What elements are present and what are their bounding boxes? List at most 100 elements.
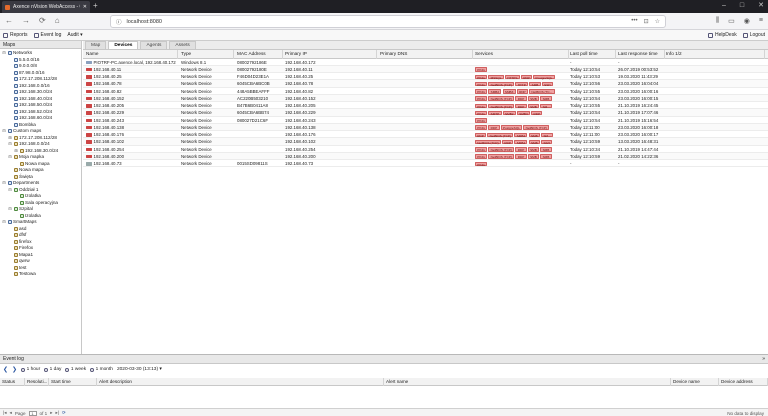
- table-row[interactable]: 192.168.40.138 Network Device 192.168.40.1…: [83, 123, 768, 131]
- last-page-icon[interactable]: ▸|: [56, 410, 60, 416]
- tab-map[interactable]: Map: [85, 41, 107, 49]
- page-input[interactable]: 1: [28, 410, 37, 416]
- first-page-icon[interactable]: |◂: [3, 410, 7, 416]
- poll-cell: Today 12:10:59: [570, 153, 601, 159]
- table-row[interactable]: 192.168.40.152 Network Device AC220B503210…: [83, 94, 768, 102]
- column-alert-description[interactable]: Alert description: [97, 378, 384, 386]
- back-icon[interactable]: ←: [5, 17, 13, 25]
- prev-arrow-icon[interactable]: ❮: [3, 367, 8, 373]
- account-icon[interactable]: ◉: [744, 17, 750, 25]
- table-row[interactable]: 192.168.40.78 Network Device 6045CBA6BC0B 1…: [83, 80, 768, 88]
- resp-cell: -: [618, 161, 620, 166]
- column-header[interactable]: Primary IP: [284, 50, 377, 59]
- table-row[interactable]: 192.168.40.200 Network Device 192.168.40.2…: [83, 152, 768, 160]
- column-start-time[interactable]: Start time: [49, 378, 97, 386]
- device-name-cell: 192.168.40.200: [85, 153, 178, 160]
- filter-1-week[interactable]: 1 week: [65, 367, 86, 372]
- filter-1-day[interactable]: 1 day: [44, 367, 61, 372]
- minimize-icon[interactable]: –: [722, 2, 726, 10]
- next-arrow-icon[interactable]: ❯: [12, 367, 17, 373]
- expander-icon[interactable]: ⊟: [8, 206, 12, 213]
- table-row[interactable]: 192.168.40.82 Network Device 448A5BBEAFFF 1…: [83, 88, 768, 95]
- tree-node[interactable]: Testowa: [0, 271, 81, 278]
- ip-cell: 192.168.40.73: [285, 161, 314, 166]
- table-row[interactable]: 192.168.40.25 Network Device F46D04D23E1A 1…: [83, 73, 768, 81]
- table-row[interactable]: 192.168.40.205 Network Device B47B6B0411A8…: [83, 102, 768, 110]
- column-header[interactable]: Services: [474, 50, 569, 59]
- collapse-icon[interactable]: »: [762, 355, 765, 364]
- table-row[interactable]: 192.168.40.73 Network Device 0015SD09811S 1…: [83, 160, 768, 168]
- type-cell: Network Device: [181, 95, 212, 101]
- close-tab-icon[interactable]: ✕: [83, 4, 87, 10]
- folder-icon: [7, 220, 12, 225]
- new-tab-button[interactable]: +: [93, 2, 98, 10]
- event-log-menu[interactable]: Event log: [33, 32, 61, 38]
- reports-menu[interactable]: Reports: [3, 32, 28, 38]
- expander-icon[interactable]: ⊟: [2, 128, 6, 135]
- helpdesk-button[interactable]: HelpDesk: [708, 32, 737, 38]
- services-cell: PING NetBIOS (TCP) HTTP SMB SSH: [474, 80, 569, 87]
- star-icon[interactable]: ☆: [655, 18, 660, 25]
- tab-assets[interactable]: Assets: [169, 41, 196, 49]
- tab-devices[interactable]: Devices: [108, 41, 139, 49]
- column-header[interactable]: Primary DNS: [379, 50, 473, 59]
- column-status[interactable]: Status: [0, 378, 25, 386]
- expander-icon[interactable]: ⊟: [2, 219, 6, 226]
- table-row[interactable]: 192.168.40.11 Network Device 08002792180E 1…: [83, 65, 768, 73]
- column-device-address[interactable]: Device address: [719, 378, 768, 386]
- expander-icon[interactable]: ⊟: [8, 141, 12, 148]
- column-header[interactable]: Info 1/2: [665, 50, 765, 59]
- maps-panel-title: Maps: [0, 41, 81, 49]
- table-row[interactable]: 192.168.40.229 Network Device 6045CBA6BB74…: [83, 109, 768, 117]
- reload-icon[interactable]: ⟳: [39, 17, 46, 25]
- date-picker[interactable]: 2020-03-30 (13:13) ▾: [117, 367, 162, 372]
- column-header[interactable]: Name: [85, 50, 178, 59]
- table-row[interactable]: 192.168.40.102 Network Device 192.168.40.1…: [83, 138, 768, 146]
- device-name: 192.168.40.152: [93, 95, 125, 101]
- column-header[interactable]: Last response time: [617, 50, 665, 59]
- expander-icon[interactable]: ⊟: [8, 154, 12, 161]
- pocket-icon[interactable]: ⊡: [644, 18, 649, 25]
- net-icon: [13, 122, 18, 127]
- audit-menu[interactable]: Audit ▾: [67, 32, 82, 38]
- table-row[interactable]: 192.168.40.176 Network Device 192.168.40.1…: [83, 131, 768, 139]
- browser-tab[interactable]: Axence nVision WebAccess - 0... ✕: [2, 1, 90, 13]
- expander-icon[interactable]: ⊟: [2, 50, 6, 57]
- menu-right: HelpDesk Logout: [708, 32, 765, 38]
- table-row[interactable]: PIOTRF-PC.axence.local, 192.168.40.172 Wi…: [83, 59, 768, 66]
- reader-icon[interactable]: ▭: [728, 17, 735, 25]
- filter-1-month[interactable]: 1 month: [90, 367, 113, 372]
- column-resolution[interactable]: Resoluti...: [25, 378, 49, 386]
- type-cell: Network Device: [181, 110, 212, 116]
- table-row[interactable]: 192.168.40.254 Network Device 192.168.40.2…: [83, 146, 768, 153]
- tab-agents[interactable]: Agents: [140, 41, 168, 49]
- forward-icon[interactable]: →: [22, 17, 30, 25]
- info-icon[interactable]: ⓘ: [116, 18, 122, 26]
- column-header[interactable]: MAC Address: [236, 50, 283, 59]
- column-header[interactable]: Last poll time: [569, 50, 616, 59]
- table-row[interactable]: 192.168.40.243 Network Device 080027D21C6F…: [83, 117, 768, 124]
- helpdesk-label: HelpDesk: [715, 32, 737, 38]
- net-icon: [13, 77, 18, 82]
- refresh-icon[interactable]: ⟳: [62, 410, 66, 416]
- close-window-icon[interactable]: ✕: [758, 2, 764, 10]
- expander-icon[interactable]: ⊟: [2, 180, 6, 187]
- next-page-icon[interactable]: ▸: [50, 410, 52, 416]
- more-icon[interactable]: •••: [631, 18, 637, 25]
- device-name: PIOTRF-PC.axence.local, 192.168.40.172: [93, 59, 176, 65]
- expander-icon[interactable]: ⊞: [14, 148, 18, 155]
- library-icon[interactable]: ⫼: [716, 17, 719, 25]
- expander-icon[interactable]: ⊟: [8, 187, 12, 194]
- menu-icon[interactable]: ≡: [759, 17, 763, 25]
- column-header[interactable]: Type: [180, 50, 234, 59]
- column-device-name[interactable]: Device name: [671, 378, 719, 386]
- prev-page-icon[interactable]: ◂: [10, 410, 12, 416]
- logout-button[interactable]: Logout: [742, 32, 765, 38]
- home-icon[interactable]: ⌂: [55, 17, 60, 25]
- filter-1-hour[interactable]: 1 hour: [21, 367, 40, 372]
- service-badge: SMB: [528, 132, 540, 138]
- column-alert-name[interactable]: Alert name: [384, 378, 671, 386]
- maximize-icon[interactable]: □: [740, 2, 744, 10]
- address-bar[interactable]: ⓘ localhost:8080 ••• ⊡ ☆: [110, 15, 666, 28]
- service-badge: NetBIOS (TCP): [475, 139, 501, 145]
